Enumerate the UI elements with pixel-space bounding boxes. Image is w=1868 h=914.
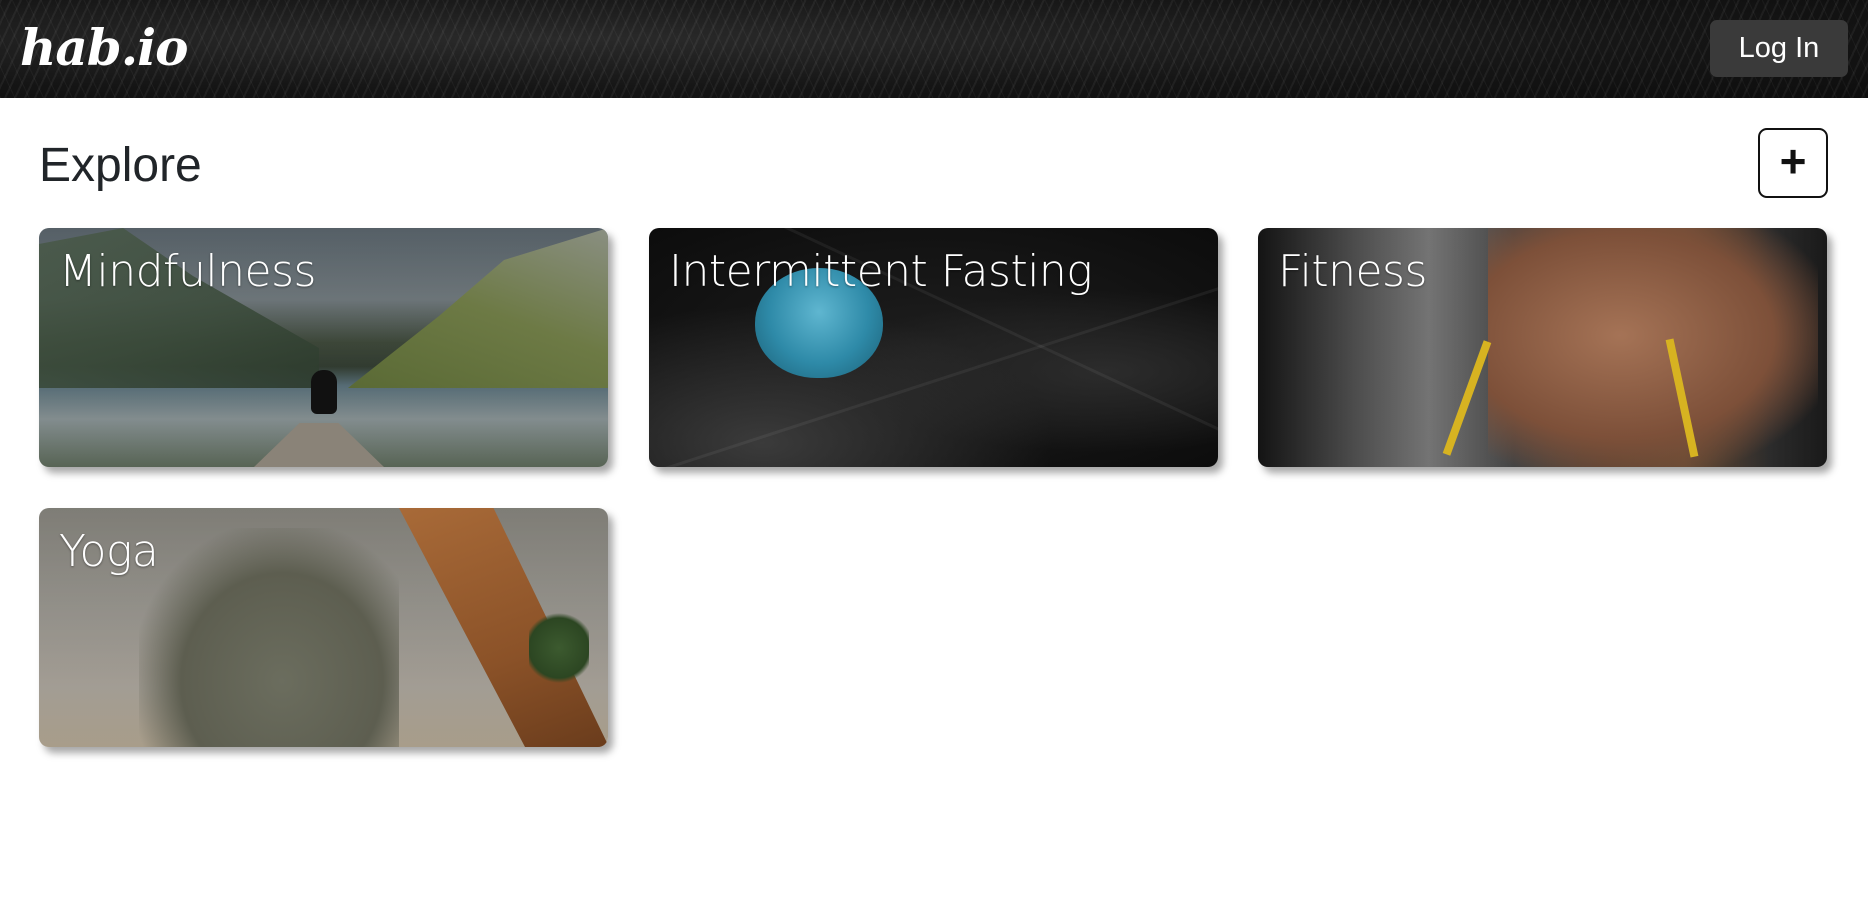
category-card-mindfulness[interactable]: Mindfulness: [39, 228, 608, 467]
login-button[interactable]: Log In: [1710, 20, 1848, 77]
add-button[interactable]: +: [1758, 128, 1828, 198]
card-title: Fitness: [1278, 246, 1427, 297]
card-title: Intermittent Fasting: [669, 246, 1093, 297]
card-title: Mindfulness: [59, 246, 316, 297]
category-card-fitness[interactable]: Fitness: [1258, 228, 1827, 467]
category-card-intermittent-fasting[interactable]: Intermittent Fasting: [649, 228, 1218, 467]
brand-logo[interactable]: hab.io: [20, 18, 188, 78]
top-navbar: hab.io Log In: [0, 0, 1868, 98]
card-title: Yoga: [59, 526, 159, 577]
category-card-yoga[interactable]: Yoga: [39, 508, 608, 747]
page-title: Explore: [39, 139, 202, 192]
